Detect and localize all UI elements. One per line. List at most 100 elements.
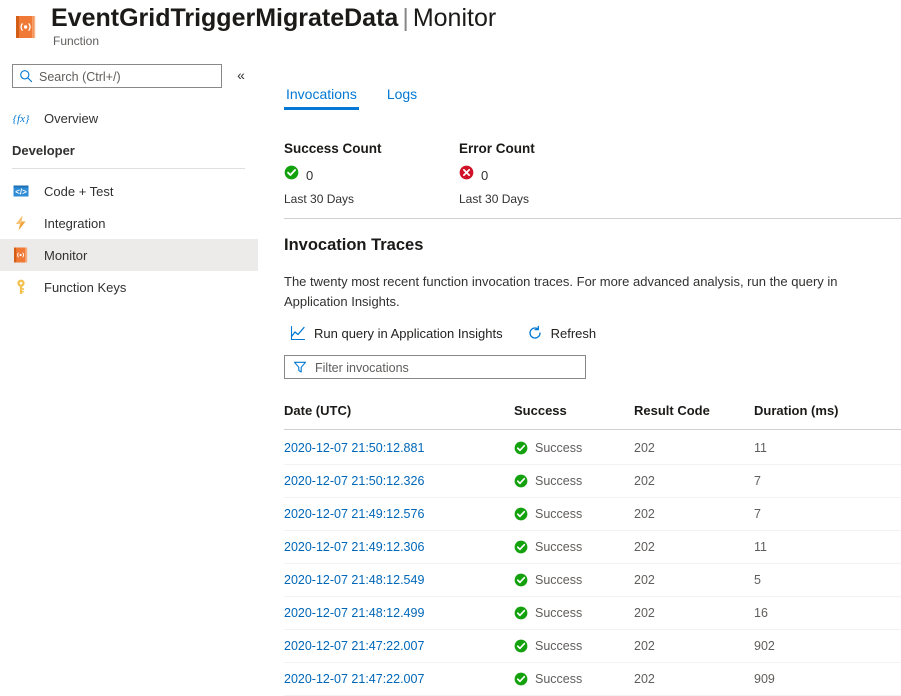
command-bar: Run query in Application Insights Refres… — [290, 325, 620, 341]
refresh-button[interactable]: Refresh — [527, 325, 597, 341]
cell-success: Success — [514, 630, 634, 663]
search-input[interactable] — [37, 65, 221, 89]
invocation-traces-table: Date (UTC) Success Result Code Duration … — [284, 403, 901, 696]
sidebar-group-divider — [12, 168, 245, 169]
success-text: Success — [535, 573, 582, 587]
cell-result-code: 202 — [634, 597, 754, 630]
column-header-result-code[interactable]: Result Code — [634, 403, 754, 430]
success-check-icon — [514, 474, 528, 488]
section-title: Invocation Traces — [284, 236, 423, 255]
resource-type-label: Function — [53, 34, 99, 48]
page-title: EventGridTriggerMigrateData|Monitor — [51, 3, 496, 34]
search-icon — [19, 69, 33, 83]
cell-duration: 11 — [754, 531, 901, 564]
cell-date: 2020-12-07 21:48:12.499 — [284, 597, 514, 630]
cell-result-code: 202 — [634, 663, 754, 696]
cell-date: 2020-12-07 21:49:12.306 — [284, 531, 514, 564]
success-text: Success — [535, 672, 582, 686]
table-row[interactable]: 2020-12-07 21:48:12.549 Success 202 5 — [284, 564, 901, 597]
invocation-date-link[interactable]: 2020-12-07 21:49:12.306 — [284, 540, 424, 554]
invocation-date-link[interactable]: 2020-12-07 21:49:12.576 — [284, 507, 424, 521]
success-text: Success — [535, 441, 582, 455]
cell-result-code: 202 — [634, 531, 754, 564]
cell-duration: 902 — [754, 630, 901, 663]
table-row[interactable]: 2020-12-07 21:48:12.499 Success 202 16 — [284, 597, 901, 630]
sidebar-item-label: Function Keys — [44, 280, 126, 295]
table-row[interactable]: 2020-12-07 21:47:22.007 Success 202 902 — [284, 630, 901, 663]
invocation-date-link[interactable]: 2020-12-07 21:50:12.881 — [284, 441, 424, 455]
sidebar-item-function-keys[interactable]: Function Keys — [0, 271, 258, 303]
success-check-icon — [514, 573, 528, 587]
table-row[interactable]: 2020-12-07 21:50:12.881 Success 202 11 — [284, 430, 901, 465]
key-icon — [12, 278, 30, 296]
column-header-duration[interactable]: Duration (ms) — [754, 403, 901, 430]
refresh-icon — [527, 325, 543, 341]
column-header-success[interactable]: Success — [514, 403, 634, 430]
success-text: Success — [535, 606, 582, 620]
page-title-section: Monitor — [413, 4, 496, 32]
collapse-sidebar-button[interactable]: « — [232, 65, 250, 85]
sidebar-item-label: Code + Test — [44, 184, 114, 199]
cell-result-code: 202 — [634, 430, 754, 465]
sidebar-item-integration[interactable]: Integration — [0, 207, 258, 239]
metric-title: Success Count — [284, 141, 382, 156]
cell-date: 2020-12-07 21:47:22.007 — [284, 630, 514, 663]
metric-subtext: Last 30 Days — [284, 192, 382, 206]
invocation-date-link[interactable]: 2020-12-07 21:48:12.499 — [284, 606, 424, 620]
sidebar-item-label: Overview — [44, 111, 98, 126]
cell-success: Success — [514, 465, 634, 498]
cell-date: 2020-12-07 21:50:12.881 — [284, 430, 514, 465]
success-check-icon — [514, 540, 528, 554]
invocation-date-link[interactable]: 2020-12-07 21:48:12.549 — [284, 573, 424, 587]
tab-invocations[interactable]: Invocations — [284, 86, 359, 110]
page-header: EventGridTriggerMigrateData|Monitor Func… — [0, 0, 901, 58]
column-header-date[interactable]: Date (UTC) — [284, 403, 514, 430]
cell-result-code: 202 — [634, 630, 754, 663]
cell-duration: 909 — [754, 663, 901, 696]
cell-duration: 7 — [754, 465, 901, 498]
svg-text:</>: </> — [15, 187, 27, 196]
invocation-date-link[interactable]: 2020-12-07 21:47:22.007 — [284, 672, 424, 686]
table-row[interactable]: 2020-12-07 21:47:22.007 Success 202 909 — [284, 663, 901, 696]
filter-invocations-input[interactable] — [313, 356, 585, 380]
sidebar-item-monitor[interactable]: Monitor — [0, 239, 258, 271]
cell-success: Success — [514, 498, 634, 531]
function-app-icon — [13, 14, 39, 40]
sidebar-item-code-test[interactable]: </> Code + Test — [0, 175, 258, 207]
table-body: 2020-12-07 21:50:12.881 Success 202 11 2… — [284, 430, 901, 696]
success-check-icon — [514, 639, 528, 653]
function-fx-icon: {fx} — [12, 109, 30, 127]
error-x-icon — [459, 165, 474, 185]
cell-duration: 7 — [754, 498, 901, 531]
invocation-date-link[interactable]: 2020-12-07 21:47:22.007 — [284, 639, 424, 653]
table-row[interactable]: 2020-12-07 21:50:12.326 Success 202 7 — [284, 465, 901, 498]
table-row[interactable]: 2020-12-07 21:49:12.576 Success 202 7 — [284, 498, 901, 531]
filter-invocations-box[interactable] — [284, 355, 586, 379]
cell-success: Success — [514, 531, 634, 564]
tab-bar: Invocations Logs — [284, 86, 445, 110]
cell-duration: 5 — [754, 564, 901, 597]
metric-subtext: Last 30 Days — [459, 192, 535, 206]
metric-title: Error Count — [459, 141, 535, 156]
page-title-separator: | — [398, 4, 413, 32]
metric-value: 0 — [306, 168, 313, 183]
lightning-bolt-icon — [12, 214, 30, 232]
tab-logs[interactable]: Logs — [385, 86, 419, 110]
cell-date: 2020-12-07 21:49:12.576 — [284, 498, 514, 531]
success-text: Success — [535, 639, 582, 653]
code-brackets-icon: </> — [12, 182, 30, 200]
table-row[interactable]: 2020-12-07 21:49:12.306 Success 202 11 — [284, 531, 901, 564]
run-query-button[interactable]: Run query in Application Insights — [290, 325, 503, 341]
success-check-icon — [514, 606, 528, 620]
success-text: Success — [535, 540, 582, 554]
success-text: Success — [535, 474, 582, 488]
filter-funnel-icon — [293, 360, 307, 374]
run-query-label: Run query in Application Insights — [314, 326, 503, 341]
cell-duration: 11 — [754, 430, 901, 465]
sidebar: « {fx} Overview Developer </> Code + Tes… — [0, 58, 275, 688]
sidebar-item-overview[interactable]: {fx} Overview — [0, 102, 258, 134]
main-content: Invocations Logs Success Count 0 Last 30… — [275, 58, 901, 688]
invocation-date-link[interactable]: 2020-12-07 21:50:12.326 — [284, 474, 424, 488]
cell-date: 2020-12-07 21:48:12.549 — [284, 564, 514, 597]
sidebar-search-box[interactable] — [12, 64, 222, 88]
